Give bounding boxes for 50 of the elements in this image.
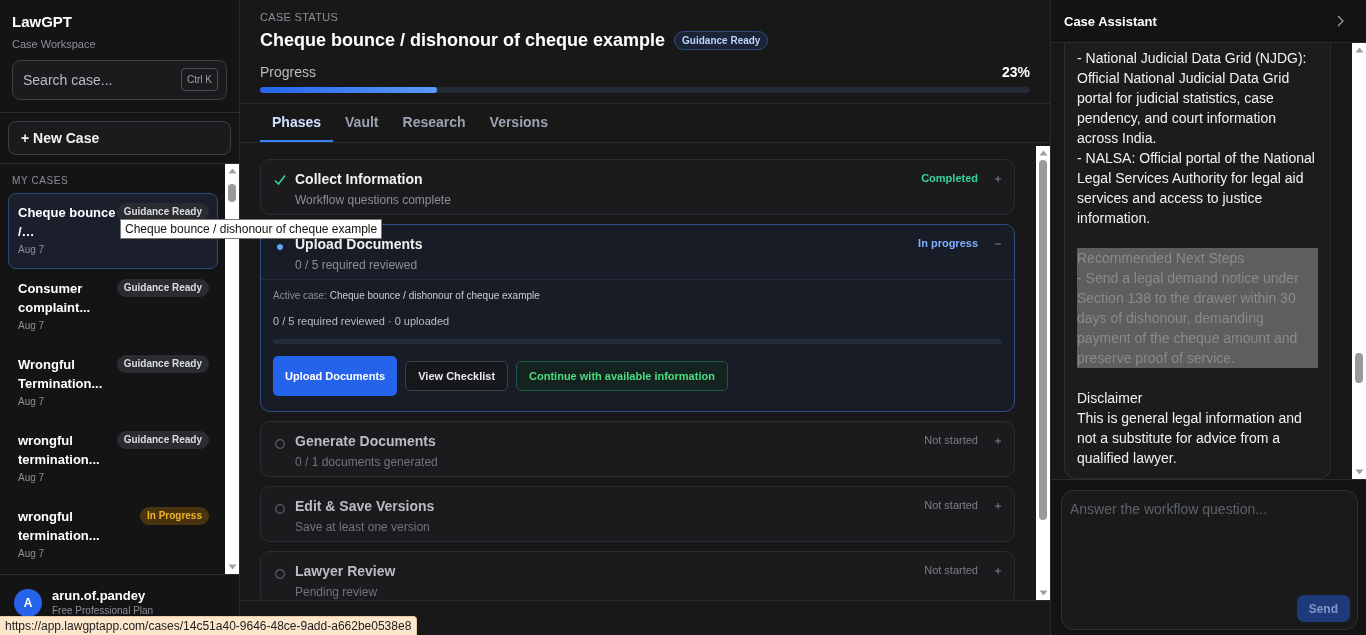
phase-status: Not started xyxy=(924,564,978,576)
phase-title: Upload Documents xyxy=(295,236,424,252)
phase-subtitle: Pending review xyxy=(295,585,379,599)
phase-subtitle: 0 / 5 required reviewed xyxy=(295,258,419,272)
phase-status: Not started xyxy=(924,434,978,446)
phase-subtitle: Save at least one version xyxy=(295,520,431,534)
message-text: - National Judicial Data Grid (NJDG): Official National Judicial Data Grid portal for judicial statistics, case pendency, and court information across India. xyxy=(1077,49,1308,148)
case-date: Aug 7 xyxy=(18,472,46,483)
case-title: Consumer complaint... xyxy=(18,280,92,317)
case-date: Aug 7 xyxy=(18,320,46,331)
panel-title: Case Assistant xyxy=(1064,13,1157,29)
progress-label: Progress xyxy=(260,64,317,80)
section-label: CASE STATUS xyxy=(260,11,340,23)
case-title: Wrongful Termination... xyxy=(18,356,104,393)
status-badge: Guidance Ready xyxy=(116,279,209,297)
user-avatar: A xyxy=(14,589,42,617)
status-badge: In Progress xyxy=(139,507,209,525)
phase-subtitle: 0 / 1 documents generated xyxy=(295,455,439,469)
phase-title: Lawyer Review xyxy=(295,563,397,579)
case-date: Aug 7 xyxy=(18,244,46,255)
active-case-text: Active case: Cheque bounce / dishonour of cheque example xyxy=(273,290,541,301)
case-date: Aug 7 xyxy=(18,548,46,559)
workspace-subtitle: Case Workspace xyxy=(12,38,97,50)
case-title: wrongful termination... xyxy=(18,432,101,469)
section-label: MY CASES xyxy=(11,174,70,188)
case-date: Aug 7 xyxy=(18,396,46,407)
phase-status: Completed xyxy=(921,172,978,184)
case-title: Cheque bounce /… xyxy=(18,204,116,241)
user-name: arun.of.pandey xyxy=(52,588,147,603)
status-badge: Guidance Ready xyxy=(674,31,769,50)
phase-title: Generate Documents xyxy=(295,433,437,449)
message-text: This is general legal information and not a substitute for advice from a qualified lawyer. xyxy=(1077,409,1303,468)
phase-subtitle: Workflow questions complete xyxy=(295,193,452,207)
case-title: Cheque bounce / dishonour of cheque example xyxy=(260,30,666,51)
progress-value: 23% xyxy=(1001,64,1030,80)
message-text: - NALSA: Official portal of the National Legal Services Authority for legal aid services and access to justice information. xyxy=(1077,149,1316,228)
brand-name: LawGPT xyxy=(12,13,73,30)
phase-status: In progress xyxy=(918,237,978,249)
phase-title: Edit & Save Versions xyxy=(295,498,436,514)
status-badge: Guidance Ready xyxy=(116,355,209,373)
phase-title: Collect Information xyxy=(295,171,424,187)
phase-status: Not started xyxy=(924,499,978,511)
case-title: wrongful termination... xyxy=(18,508,101,545)
plan-label: Free Professional Plan xyxy=(52,605,154,616)
upload-summary: 0 / 5 required reviewed · 0 uploaded xyxy=(273,315,451,327)
status-badge: Guidance Ready xyxy=(116,431,209,449)
status-url: https://app.lawgptapp.com/cases/14c51a40-9646-48ce-9add-a662be0538e8 xyxy=(0,616,418,635)
message-text: Disclaimer xyxy=(1077,389,1144,408)
tooltip: Cheque bounce / dishonour of cheque example xyxy=(120,219,383,239)
shortcut-hint: Ctrl K xyxy=(181,68,218,91)
